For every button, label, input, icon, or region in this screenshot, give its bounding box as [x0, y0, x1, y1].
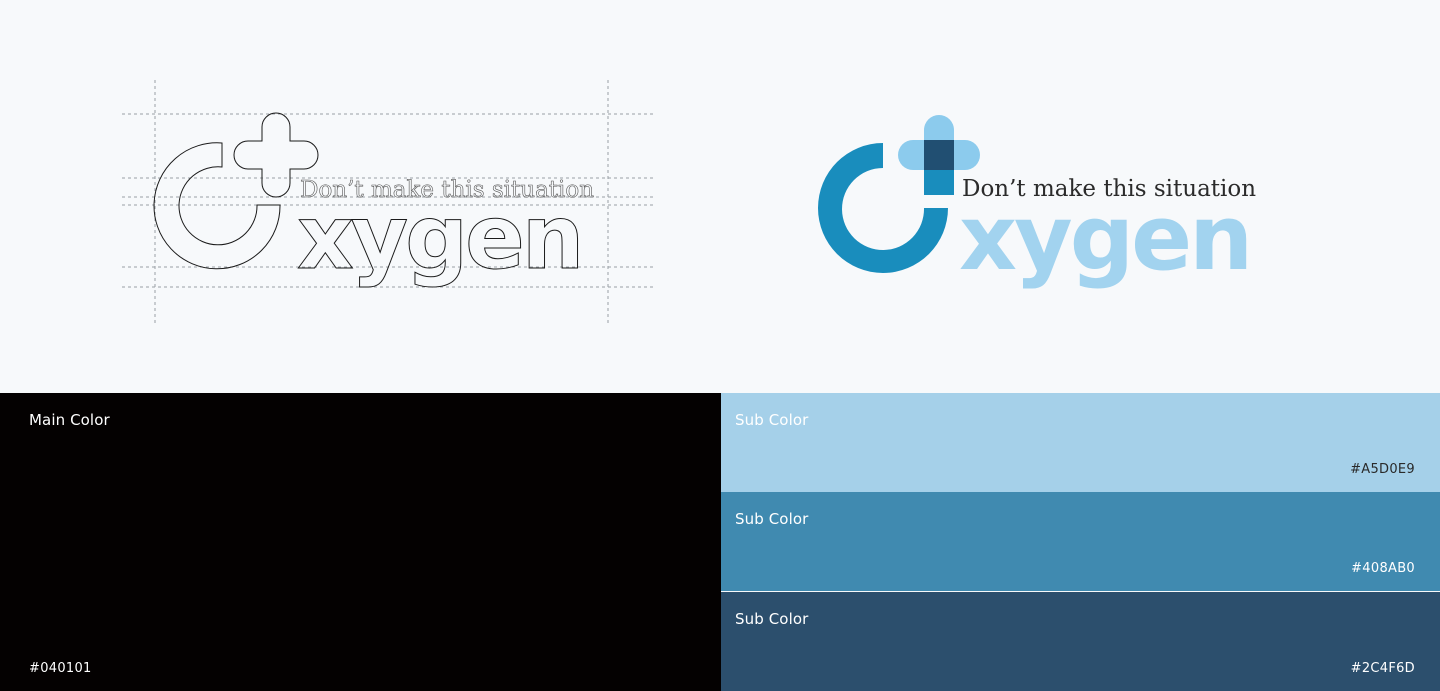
- main-color-swatch: Main Color #040101: [0, 393, 721, 691]
- cross-center-shape: [924, 140, 954, 170]
- main-color-hex: #040101: [29, 661, 92, 676]
- ring-outline-shape: [153, 142, 281, 270]
- logo-showcase: Don’t make this situation xygen Don’t ma…: [0, 0, 1440, 393]
- logo-artwork: Don’t make this situation xygen Don’t ma…: [122, 80, 1256, 325]
- sub-color-hex: #2C4F6D: [1350, 661, 1415, 676]
- main-color-label: Main Color: [29, 411, 110, 429]
- logo-filled: [818, 115, 980, 273]
- sub-color-swatch-1: Sub Color #A5D0E9: [721, 393, 1440, 493]
- sub-color-hex: #A5D0E9: [1350, 462, 1415, 478]
- sub-color-swatch-3: Sub Color #2C4F6D: [721, 592, 1440, 691]
- sub-color-label: Sub Color: [735, 411, 809, 429]
- sub-color-hex: #408AB0: [1351, 561, 1415, 577]
- logo-outline: [153, 112, 319, 270]
- color-palette: Main Color #040101 Sub Color #A5D0E9 Sub…: [0, 393, 1440, 691]
- sub-color-label: Sub Color: [735, 510, 809, 528]
- logo-wordmark: xygen: [959, 186, 1250, 291]
- logo-outline-wordmark: xygen: [297, 186, 581, 289]
- sub-color-label: Sub Color: [735, 610, 809, 628]
- sub-color-swatch-2: Sub Color #408AB0: [721, 492, 1440, 592]
